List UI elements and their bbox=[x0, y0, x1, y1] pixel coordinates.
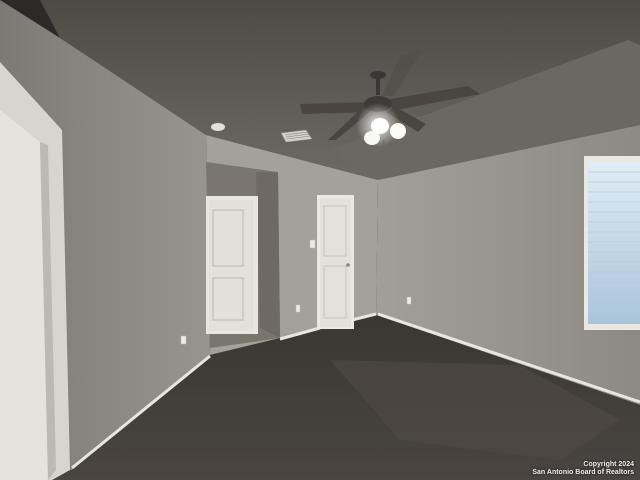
watermark-line-2: San Antonio Board of Realtors bbox=[532, 469, 634, 476]
outlet-icon bbox=[180, 335, 187, 345]
copyright-watermark: Copyright 2024 San Antonio Board of Real… bbox=[532, 461, 634, 477]
door-knob[interactable] bbox=[346, 263, 350, 267]
room-illustration bbox=[0, 0, 640, 480]
watermark-line-1: Copyright 2024 bbox=[583, 461, 634, 468]
outlet-icon-2 bbox=[295, 304, 301, 313]
outlet-icon-3 bbox=[406, 296, 412, 305]
window-blinds[interactable] bbox=[588, 162, 640, 324]
light-switch-icon[interactable] bbox=[309, 239, 316, 249]
smoke-detector-icon bbox=[211, 123, 225, 131]
bedroom-photo: Copyright 2024 San Antonio Board of Real… bbox=[0, 0, 640, 480]
